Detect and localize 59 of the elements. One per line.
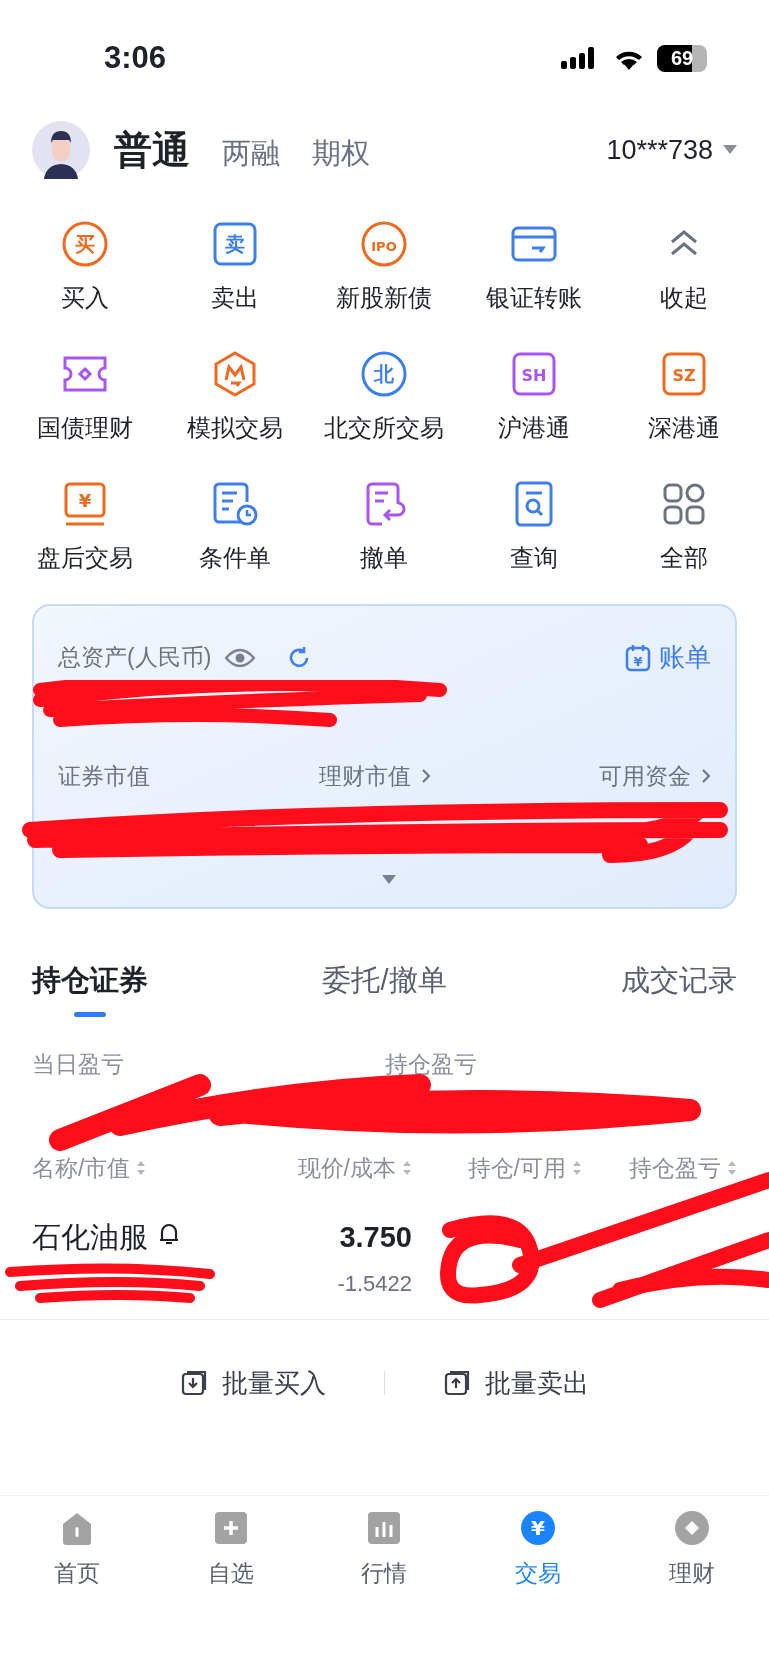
shortcut-item[interactable]: 国债理财 xyxy=(10,350,160,460)
account-number[interactable]: 10***738 xyxy=(606,129,713,171)
tray-out-icon xyxy=(443,1369,471,1397)
batch-button[interactable]: 批量卖出 xyxy=(443,1363,589,1403)
batch-button[interactable]: 批量买入 xyxy=(180,1363,326,1403)
expand-caret-icon[interactable] xyxy=(382,875,396,885)
shortcut-item[interactable]: ¥ 盘后交易 xyxy=(10,480,160,590)
asset-field-label[interactable]: 理财市值 xyxy=(318,759,411,794)
dropdown-caret-icon xyxy=(723,145,737,155)
account-tab[interactable]: 两融 xyxy=(222,131,280,175)
asset-field-label: 证券市值 xyxy=(58,762,150,791)
account-tab[interactable]: 期权 xyxy=(312,131,370,175)
pnl-label: 持仓盈亏 xyxy=(384,1049,478,1079)
circle-badge-icon: IPO xyxy=(360,220,409,268)
square-badge-icon: SZ xyxy=(660,350,709,398)
shortcut-item[interactable]: 买 买入 xyxy=(10,220,160,330)
chevron-right-icon xyxy=(701,768,711,785)
current-price: 3.750 xyxy=(339,1219,412,1255)
shortcut-item[interactable]: IPO 新股新债 xyxy=(309,220,460,330)
shortcut-item[interactable]: SZ 深港通 xyxy=(609,350,759,460)
position-tab[interactable]: 委托/撤单 xyxy=(322,959,447,1017)
calendar-icon: ¥ xyxy=(625,643,651,672)
nav-tab[interactable]: 自选 xyxy=(153,1510,308,1606)
shortcut-item[interactable]: 模拟交易 xyxy=(159,350,310,460)
shortcut-item[interactable]: 收起 xyxy=(609,220,759,330)
chevron-right-icon xyxy=(420,768,431,785)
nav-tab[interactable]: 理财 xyxy=(615,1510,769,1606)
shortcut-item[interactable]: 北 北交所交易 xyxy=(309,350,460,460)
shortcut-item[interactable]: 条件单 xyxy=(159,480,310,590)
nav-tab[interactable]: 行情 xyxy=(307,1510,462,1606)
tray-in-icon xyxy=(180,1369,208,1397)
position-tab[interactable]: 成交记录 xyxy=(621,959,737,1017)
eye-icon xyxy=(225,647,256,668)
account-tab[interactable]: 普通 xyxy=(114,121,190,179)
avatar xyxy=(32,121,90,179)
circle-badge-icon: 北 xyxy=(360,350,409,398)
nav-tab[interactable]: 首页 xyxy=(0,1510,154,1606)
shortcut-item[interactable]: 撤单 xyxy=(309,480,460,590)
square-badge-icon: SH xyxy=(510,350,559,398)
nav-tab[interactable]: ¥ 交易 xyxy=(461,1510,616,1606)
shortcut-item[interactable]: 全部 xyxy=(609,480,759,590)
shortcut-item[interactable]: SH 沪港通 xyxy=(459,350,610,460)
sort-icon xyxy=(572,1160,582,1177)
sort-icon xyxy=(402,1160,412,1177)
shortcut-item[interactable]: 银证转账 xyxy=(459,220,610,330)
asset-title: 总资产(人民币) xyxy=(58,643,212,673)
circle-badge-icon: 买 xyxy=(60,220,109,268)
position-row[interactable]: 石化油服 3.750 -1.5422 xyxy=(0,1215,769,1320)
cost-price: -1.5422 xyxy=(337,1270,412,1298)
shortcut-item[interactable]: 查询 xyxy=(459,480,610,590)
position-tab[interactable]: 持仓证券 xyxy=(32,959,148,1017)
status-time: 3:06 xyxy=(104,38,167,77)
pnl-label: 当日盈亏 xyxy=(32,1049,125,1079)
shortcut-item[interactable]: 卖 卖出 xyxy=(159,220,310,330)
sort-icon xyxy=(727,1160,737,1177)
stock-name: 石化油服 xyxy=(32,1219,148,1255)
sort-icon xyxy=(136,1160,147,1177)
asset-field-label[interactable]: 可用资金 xyxy=(599,759,691,794)
yen-icon: ¥ xyxy=(520,1510,557,1546)
